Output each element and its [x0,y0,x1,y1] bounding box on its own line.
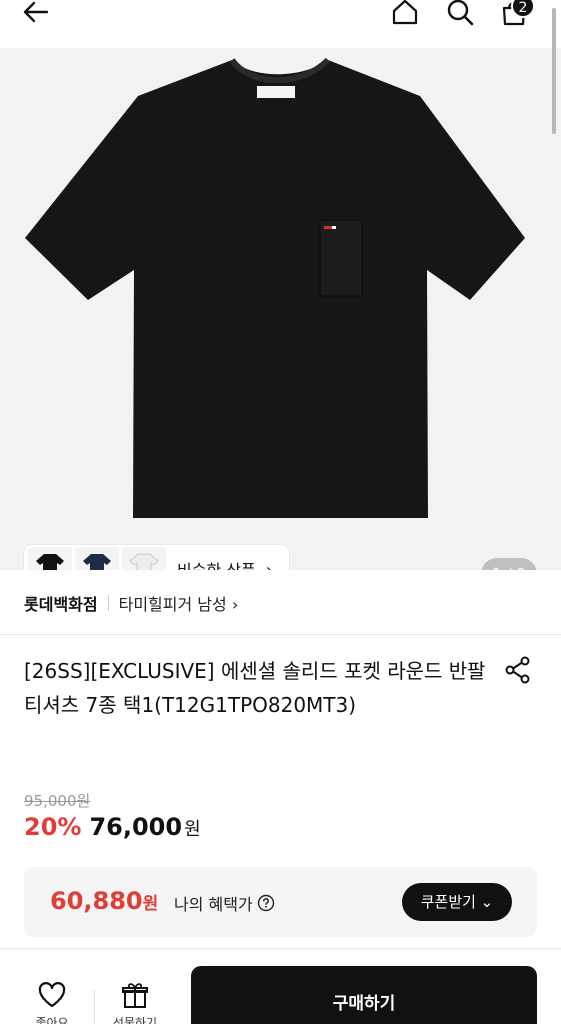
cart-button[interactable]: 2 [494,0,535,32]
similar-products-label: 비슷한 상품 [177,557,256,570]
search-icon [447,0,474,26]
top-app-bar: 2 [0,0,561,48]
sale-price-unit: 원 [184,819,201,840]
similar-thumb-black[interactable] [28,547,72,570]
store-divider [107,595,109,611]
original-price: 95,000원 [24,792,91,810]
product-photo [25,57,525,518]
buy-button[interactable]: 구매하기 [191,966,537,1024]
section-divider [0,634,561,635]
back-arrow-icon [23,1,49,23]
product-image-carousel[interactable]: 비슷한 상품 › 1 / 9 [0,48,561,570]
benefit-price: 60,880원 [50,887,158,915]
like-button[interactable]: 좋아요 [24,980,80,1024]
share-icon [505,656,530,684]
get-coupon-button[interactable]: 쿠폰받기 ⌄ [402,883,512,921]
gift-icon [122,983,148,1008]
heart-icon [38,982,66,1008]
home-button[interactable] [385,0,425,32]
back-button[interactable] [16,0,56,32]
chevron-right-icon: › [265,559,273,571]
benefit-label-text: 나의 혜택가 [174,895,253,914]
tshirt-icon [129,553,159,570]
benefit-price-box: 60,880원 나의 혜택가 쿠폰받기 ⌄ [24,867,537,937]
store-name[interactable]: 롯데백화점 [24,591,98,615]
gift-button[interactable]: 선물하기 [104,980,166,1024]
discount-rate: 20% [24,813,82,841]
similar-thumb-navy[interactable] [75,547,119,570]
benefit-label: 나의 혜택가 [174,891,275,915]
share-button[interactable] [503,655,533,685]
sale-price: 76,000 [89,813,183,841]
page-scrollbar[interactable] [552,8,556,134]
like-label: 좋아요 [35,1016,69,1024]
home-icon [392,0,418,25]
gift-label: 선물하기 [112,1016,158,1024]
section-divider [0,948,561,949]
sale-price-row: 20% 76,000 원 [24,813,201,841]
tshirt-icon [83,554,111,570]
bottom-bar-divider [94,990,95,1024]
benefit-unit: 원 [142,894,159,914]
store-brand-row: 롯데백화점 타미힐피거 남성 › [24,590,238,616]
tshirt-icon [36,554,64,570]
brand-link[interactable]: 타미힐피거 남성 › [119,591,239,615]
search-button[interactable] [440,0,480,32]
cart-count-badge: 2 [511,0,535,18]
similar-thumb-white[interactable] [122,547,166,570]
help-icon[interactable] [257,894,275,912]
benefit-amount: 60,880 [50,887,143,915]
product-title: [26SS][EXCLUSIVE] 에센셜 솔리드 포켓 라운드 반팔 티셔츠 … [24,659,486,717]
similar-products-button[interactable]: 비슷한 상품 › [24,545,289,570]
image-pager-indicator: 1 / 9 [481,558,537,570]
